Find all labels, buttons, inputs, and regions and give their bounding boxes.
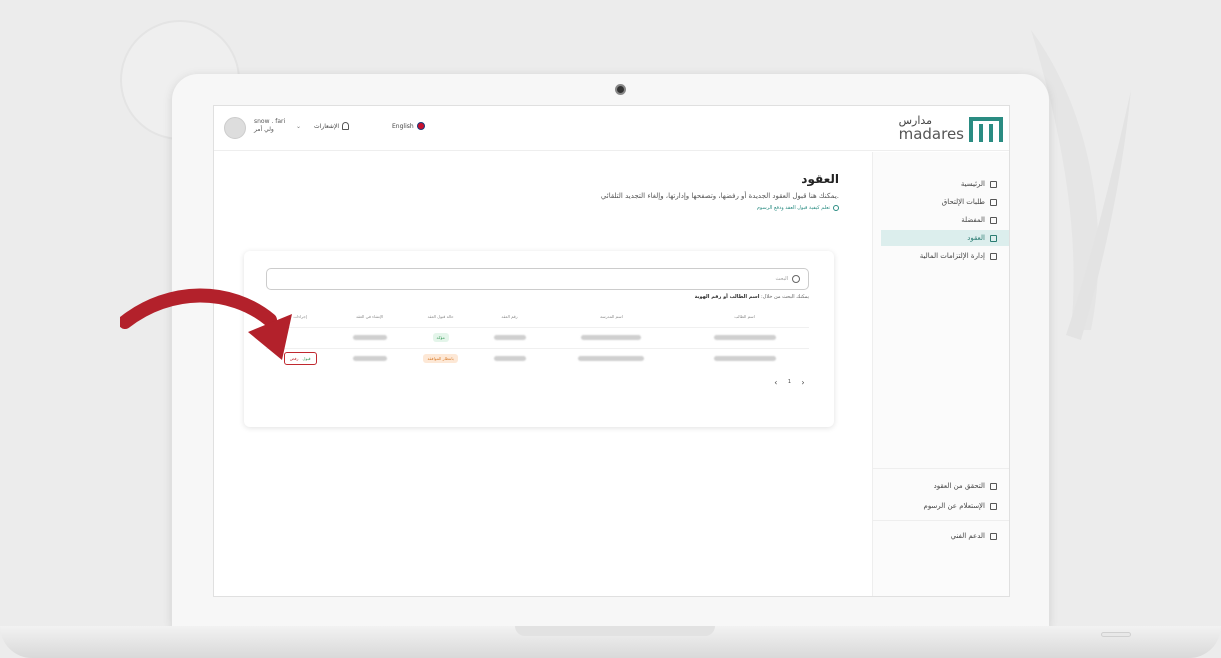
red-arrow-pointer-icon — [120, 288, 292, 360]
status-badge: مؤكد — [432, 333, 449, 342]
notifications-button[interactable]: الإشعارات — [314, 122, 350, 130]
chevron-down-icon[interactable]: ⌄ — [296, 123, 301, 130]
chevron-right-icon[interactable]: › — [797, 375, 809, 389]
notifications-label: الإشعارات — [314, 122, 340, 130]
uk-flag-icon — [416, 122, 425, 130]
logo-mark-icon — [969, 114, 1003, 142]
search-hint: يمكنك البحث من خلال: اسم الطالب أو رقم ا… — [695, 294, 809, 300]
top-header: snow . fari ولي أمر ⌄ الإشعارات English … — [214, 106, 1009, 151]
contracts-icon — [990, 234, 997, 242]
redacted-student-name — [713, 334, 776, 340]
help-link-label: تعلم كيفية قبول العقد ودفع الرسوم — [756, 205, 830, 211]
home-icon — [990, 180, 997, 188]
page-subtitle: يمكنك هنا قبول العقود الجديدة أو رفضها، … — [600, 192, 839, 200]
applications-icon — [990, 198, 997, 206]
page-title: العقود — [801, 172, 839, 186]
language-switch[interactable]: English — [392, 122, 425, 130]
table-row[interactable]: مؤكد — [266, 326, 809, 348]
fees-icon — [990, 502, 997, 510]
redacted-contract-number — [493, 355, 526, 361]
sidebar-item-label: المفضلة — [961, 216, 985, 224]
chevron-left-icon[interactable]: ‹ — [770, 375, 782, 389]
sidebar-item-label: الرئيسية — [960, 180, 985, 188]
sidebar-item-label: إدارة الإلتزامات المالية — [919, 252, 985, 260]
sidebar-item-favorites[interactable]: المفضلة — [881, 212, 1001, 228]
sidebar-item-label: الدعم الفني — [950, 532, 985, 540]
contracts-table: إجراءات الإنشاء في العقد حالة قبول العقد… — [266, 307, 809, 369]
laptop-indicator — [1101, 632, 1131, 637]
current-page[interactable]: 1 — [788, 379, 791, 385]
status-badge: بانتظار الموافقة — [423, 354, 458, 364]
camera-icon — [615, 84, 626, 95]
finance-icon — [990, 252, 997, 260]
column-header: رقم العقد — [501, 314, 518, 320]
redacted-student-name — [713, 355, 776, 361]
sidebar-item-finance[interactable]: إدارة الإلتزامات المالية — [881, 248, 1001, 264]
verify-icon — [990, 482, 997, 490]
column-header: الإنشاء في العقد — [355, 314, 384, 320]
contracts-card: البحث يمكنك البحث من خلال: اسم الطالب أو… — [244, 251, 834, 427]
sidebar-divider — [872, 520, 1009, 521]
sidebar-item-support[interactable]: الدعم الفني — [881, 528, 1001, 544]
user-info[interactable]: snow . fari ولي أمر — [254, 118, 285, 134]
madares-logo[interactable]: مدارس madares — [899, 114, 1003, 142]
search-icon — [792, 275, 800, 283]
sidebar-item-applications[interactable]: طلبات الإلتحاق — [881, 194, 1001, 210]
language-label: English — [392, 122, 414, 130]
column-header: حالة قبول العقد — [427, 314, 454, 320]
column-header: اسم المدرسة — [600, 314, 623, 320]
sidebar-item-label: التحقق من العقود — [933, 482, 985, 490]
redacted-date — [352, 334, 387, 340]
support-icon — [990, 532, 997, 540]
sidebar-item-label: العقود — [967, 234, 985, 242]
user-role: ولي أمر — [254, 126, 274, 133]
search-hint-prefix: يمكنك البحث من خلال: — [761, 294, 809, 300]
user-name: snow . fari — [254, 118, 286, 125]
sidebar-item-label: الإستعلام عن الرسوم — [923, 502, 985, 510]
favorites-icon — [990, 216, 997, 224]
sidebar-divider — [872, 468, 1009, 469]
sidebar-item-fees-inquiry[interactable]: الإستعلام عن الرسوم — [881, 498, 1001, 514]
pagination: ‹ 1 › — [770, 375, 809, 389]
redacted-contract-number — [493, 334, 526, 340]
redacted-school-name — [578, 355, 645, 361]
sidebar: الرئيسية طلبات الإلتحاق المفضلة العقود إ… — [872, 152, 1009, 596]
help-link[interactable]: تعلم كيفية قبول العقد ودفع الرسوم — [757, 205, 839, 211]
laptop-base-notch — [515, 626, 715, 636]
app-screen: snow . fari ولي أمر ⌄ الإشعارات English … — [213, 105, 1010, 597]
logo-english: madares — [898, 124, 964, 143]
search-hint-fields: اسم الطالب أو رقم الهوية — [694, 294, 760, 300]
sidebar-item-home[interactable]: الرئيسية — [881, 176, 1001, 192]
column-header: اسم الطالب — [734, 314, 755, 320]
search-placeholder: البحث — [775, 276, 788, 282]
bell-icon — [342, 122, 350, 130]
table-row[interactable]: رفض قبول بانتظار الموافقة — [266, 347, 809, 369]
table-header-row: إجراءات الإنشاء في العقد حالة قبول العقد… — [266, 307, 809, 327]
sidebar-item-verify-contracts[interactable]: التحقق من العقود — [881, 478, 1001, 494]
redacted-date — [352, 355, 387, 361]
avatar[interactable] — [224, 117, 246, 139]
sidebar-item-label: طلبات الإلتحاق — [941, 198, 985, 206]
help-icon — [833, 205, 839, 211]
redacted-school-name — [581, 334, 642, 340]
sidebar-item-contracts[interactable]: العقود — [881, 230, 1009, 246]
search-input[interactable]: البحث — [266, 268, 809, 290]
